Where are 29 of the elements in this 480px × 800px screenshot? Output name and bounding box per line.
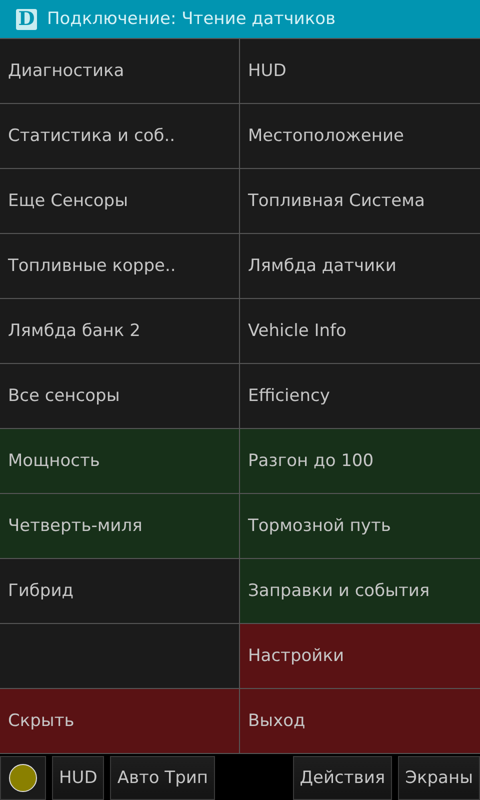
menu-tile[interactable]: Настройки bbox=[240, 624, 480, 689]
toolbar-button[interactable]: Экраны bbox=[398, 756, 480, 800]
menu-tile[interactable] bbox=[0, 624, 240, 689]
menu-tile[interactable]: Топливные корре.. bbox=[0, 234, 240, 299]
window-title: Подключение: Чтение датчиков bbox=[47, 9, 336, 29]
menu-tile[interactable]: Скрыть bbox=[0, 689, 240, 754]
menu-tile[interactable]: Четверть-миля bbox=[0, 494, 240, 559]
menu-tile[interactable]: Выход bbox=[240, 689, 480, 754]
toolbar-button[interactable]: HUD bbox=[52, 756, 104, 800]
menu-tile[interactable]: Гибрид bbox=[0, 559, 240, 624]
menu-tile[interactable]: HUD bbox=[240, 39, 480, 104]
menu-tile[interactable]: Efficiency bbox=[240, 364, 480, 429]
menu-tile[interactable]: Тормозной путь bbox=[240, 494, 480, 559]
menu-tile[interactable]: Мощность bbox=[0, 429, 240, 494]
status-button[interactable] bbox=[0, 756, 46, 800]
menu-tile[interactable]: Заправки и события bbox=[240, 559, 480, 624]
menu-tile[interactable]: Лямбда банк 2 bbox=[0, 299, 240, 364]
menu-tile[interactable]: Диагностика bbox=[0, 39, 240, 104]
menu-tile[interactable]: Еще Сенсоры bbox=[0, 169, 240, 234]
menu-tile[interactable]: Топливная Система bbox=[240, 169, 480, 234]
menu-tile[interactable]: Vehicle Info bbox=[240, 299, 480, 364]
menu-tile[interactable]: Местоположение bbox=[240, 104, 480, 169]
menu-tile[interactable]: Разгон до 100 bbox=[240, 429, 480, 494]
menu-tile[interactable]: Статистика и соб.. bbox=[0, 104, 240, 169]
toolbar-button[interactable]: Авто Трип bbox=[110, 756, 216, 800]
menu-tile[interactable]: Все сенсоры bbox=[0, 364, 240, 429]
menu-tile[interactable]: Лямбда датчики bbox=[240, 234, 480, 299]
toolbar-button[interactable]: Действия bbox=[292, 756, 392, 800]
app-logo: D bbox=[16, 8, 37, 30]
